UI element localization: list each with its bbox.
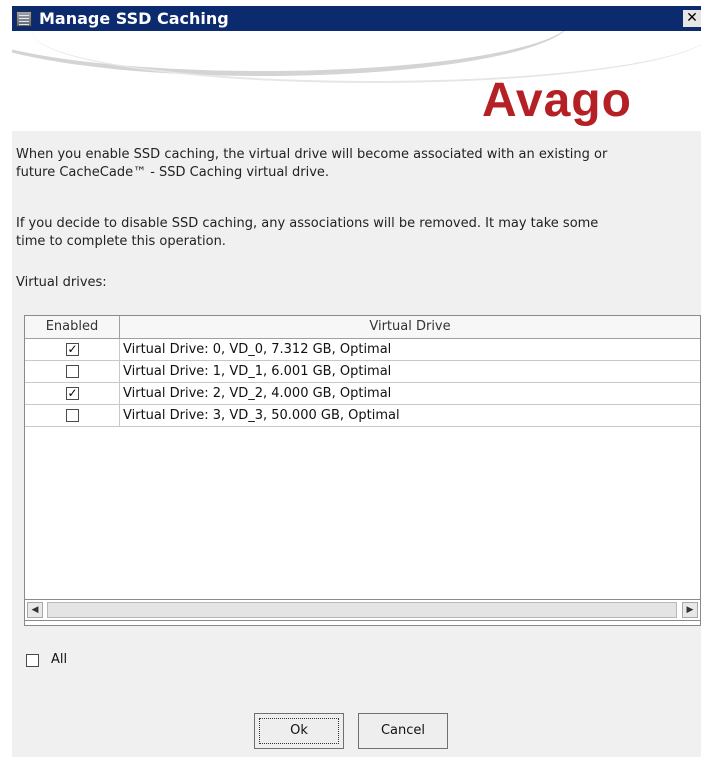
- column-header-virtual-drive[interactable]: Virtual Drive: [120, 316, 700, 338]
- table-row[interactable]: ✓ Virtual Drive: 2, VD_2, 4.000 GB, Opti…: [25, 383, 700, 405]
- table-row[interactable]: Virtual Drive: 3, VD_3, 50.000 GB, Optim…: [25, 405, 700, 427]
- avago-logo: Avago: [482, 74, 632, 127]
- manage-ssd-caching-dialog: Manage SSD Caching ✕ Avago When you enab…: [12, 6, 701, 757]
- cancel-button[interactable]: Cancel: [358, 713, 448, 749]
- server-icon: [16, 11, 32, 27]
- row-enabled-checkbox[interactable]: ✓: [66, 387, 79, 400]
- virtual-drives-label: Virtual drives:: [16, 275, 107, 290]
- close-icon[interactable]: ✕: [683, 10, 701, 27]
- scrollbar-thumb[interactable]: [47, 602, 677, 618]
- description-line-1: When you enable SSD caching, the virtual…: [16, 147, 608, 162]
- row-enabled-checkbox[interactable]: [66, 409, 79, 422]
- title-bar[interactable]: Manage SSD Caching ✕: [12, 6, 701, 31]
- description-line-3: If you decide to disable SSD caching, an…: [16, 216, 599, 231]
- virtual-drive-cell: Virtual Drive: 0, VD_0, 7.312 GB, Optima…: [123, 342, 392, 357]
- virtual-drive-cell: Virtual Drive: 3, VD_3, 50.000 GB, Optim…: [123, 408, 400, 423]
- dialog-title: Manage SSD Caching: [39, 9, 229, 28]
- description-line-4: time to complete this operation.: [16, 234, 226, 249]
- cancel-button-label: Cancel: [380, 723, 426, 738]
- brand-banner: Avago: [12, 31, 701, 131]
- table-row[interactable]: Virtual Drive: 1, VD_1, 6.001 GB, Optima…: [25, 361, 700, 383]
- table-row[interactable]: ✓ Virtual Drive: 0, VD_0, 7.312 GB, Opti…: [25, 339, 700, 361]
- row-enabled-checkbox[interactable]: [66, 365, 79, 378]
- scroll-right-icon[interactable]: ▶: [682, 602, 698, 618]
- description-line-2: future CacheCade™ - SSD Caching virtual …: [16, 165, 330, 180]
- horizontal-scrollbar[interactable]: ◀ ▶: [24, 599, 701, 621]
- ok-button[interactable]: Ok: [254, 713, 344, 749]
- scroll-left-icon[interactable]: ◀: [27, 602, 43, 618]
- select-all-label: All: [51, 652, 68, 667]
- virtual-drive-cell: Virtual Drive: 2, VD_2, 4.000 GB, Optima…: [123, 386, 392, 401]
- virtual-drives-table: Enabled Virtual Drive ✓ Virtual Drive: 0…: [24, 315, 701, 626]
- row-enabled-checkbox[interactable]: ✓: [66, 343, 79, 356]
- column-header-enabled[interactable]: Enabled: [25, 316, 119, 338]
- virtual-drive-cell: Virtual Drive: 1, VD_1, 6.001 GB, Optima…: [123, 364, 392, 379]
- table-header: Enabled Virtual Drive: [25, 316, 700, 339]
- select-all-checkbox[interactable]: [26, 654, 39, 667]
- focus-ring: [259, 718, 339, 744]
